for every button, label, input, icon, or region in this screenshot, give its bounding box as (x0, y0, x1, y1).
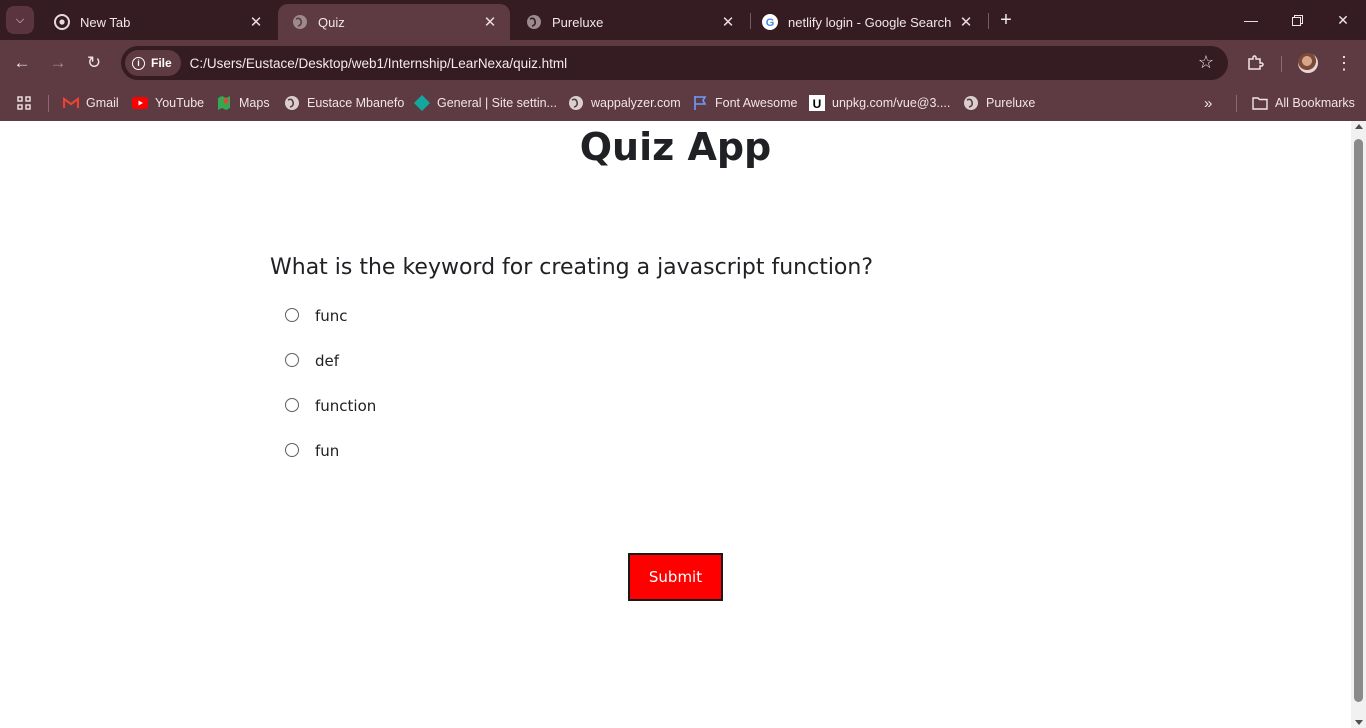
svg-text:U: U (813, 97, 822, 111)
bookmark-gmail[interactable]: Gmail (63, 92, 119, 114)
option-label: func (315, 307, 348, 325)
tab-strip: ⌵ New Tab ✕ Quiz ✕ Pureluxe ✕ G netlify … (0, 0, 1366, 40)
all-bookmarks-label: All Bookmarks (1275, 96, 1355, 110)
vertical-scrollbar[interactable] (1351, 121, 1366, 728)
scroll-up-arrow-icon[interactable] (1355, 124, 1363, 129)
folder-icon (1252, 95, 1268, 111)
scrollbar-thumb[interactable] (1354, 139, 1363, 702)
answer-option-func[interactable]: func (285, 305, 348, 327)
svg-text:G: G (766, 17, 775, 29)
extensions-puzzle-icon[interactable] (1242, 50, 1268, 76)
netlify-icon (414, 95, 430, 111)
radio-button[interactable] (285, 353, 299, 367)
more-bookmarks-chevron-icon[interactable]: » (1204, 92, 1212, 114)
radio-button[interactable] (285, 398, 299, 412)
page-title: Quiz App (579, 125, 772, 169)
chip-label: File (151, 56, 172, 70)
avatar-image (1298, 53, 1318, 73)
close-tab-icon[interactable]: ✕ (246, 12, 266, 32)
tab-title: Pureluxe (552, 14, 604, 30)
bookmark-label: Font Awesome (715, 96, 798, 110)
bookmarks-separator (1236, 95, 1237, 112)
bookmark-eustace-mbanefo[interactable]: Eustace Mbanefo (284, 92, 404, 114)
bookmark-label: wappalyzer.com (591, 96, 681, 110)
bookmark-pureluxe[interactable]: Pureluxe (963, 92, 1035, 114)
youtube-icon (132, 95, 148, 111)
restore-icon[interactable] (1274, 4, 1320, 36)
option-label: function (315, 397, 377, 415)
forward-arrow-icon[interactable]: → (44, 49, 72, 77)
tab-title: Quiz (318, 14, 345, 30)
bookmark-wappalyzer[interactable]: wappalyzer.com (568, 92, 681, 114)
all-bookmarks-button[interactable]: All Bookmarks (1252, 92, 1355, 114)
bookmarks-separator (48, 95, 49, 112)
window-close-icon[interactable]: ✕ (1320, 4, 1366, 36)
globe-icon (526, 14, 542, 30)
radio-button[interactable] (285, 443, 299, 457)
bookmark-font-awesome[interactable]: Font Awesome (692, 92, 797, 114)
tab-title: netlify login - Google Search (788, 14, 952, 30)
bookmark-label: Pureluxe (986, 96, 1036, 110)
bookmark-label: unpkg.com/vue@3.... (832, 96, 951, 110)
minimize-icon[interactable]: — (1228, 4, 1274, 36)
toolbar-divider (1281, 56, 1282, 72)
menu-kebab-icon[interactable]: ⋮ (1331, 50, 1357, 76)
close-tab-icon[interactable]: ✕ (956, 12, 976, 32)
bookmark-label: Maps (239, 96, 270, 110)
close-tab-icon[interactable]: ✕ (718, 12, 738, 32)
answer-option-fun[interactable]: fun (285, 440, 339, 462)
tab-search-button[interactable]: ⌵ (6, 6, 34, 34)
bookmarks-bar: Gmail YouTube Maps Eustace Mbanefo Gener… (0, 86, 1366, 121)
option-label: def (315, 352, 340, 370)
bookmark-star-icon[interactable]: ☆ (1198, 52, 1214, 73)
globe-icon (568, 95, 584, 111)
bookmark-youtube[interactable]: YouTube (132, 92, 204, 114)
radio-button[interactable] (285, 308, 299, 322)
answer-option-function[interactable]: function (285, 395, 376, 417)
bookmark-label: YouTube (155, 96, 205, 110)
quiz-page: Quiz App What is the keyword for creatin… (0, 121, 1351, 728)
tab-google-search[interactable]: G netlify login - Google Search ✕ (748, 4, 986, 40)
option-label: fun (315, 442, 340, 460)
reload-icon[interactable]: ↻ (80, 49, 108, 77)
bookmark-label: Eustace Mbanefo (307, 96, 405, 110)
url-text[interactable]: C:/Users/Eustace/Desktop/web1/Internship… (190, 56, 567, 71)
info-icon: i (132, 56, 145, 70)
submit-button[interactable]: Submit (628, 553, 723, 601)
gmail-icon (63, 95, 79, 111)
globe-icon (292, 14, 308, 30)
bookmark-general-site-settings[interactable]: General | Site settin... (414, 92, 557, 114)
question-text: What is the keyword for creating a javas… (270, 255, 874, 280)
close-tab-icon[interactable]: ✕ (480, 12, 500, 32)
tab-new-tab[interactable]: New Tab ✕ (40, 4, 276, 40)
tab-title: New Tab (80, 14, 131, 30)
answer-option-def[interactable]: def (285, 350, 339, 372)
globe-icon (284, 95, 300, 111)
browser-toolbar: ← → ↻ i File C:/Users/Eustace/Desktop/we… (0, 40, 1366, 86)
site-info-chip[interactable]: i File (125, 50, 181, 76)
bookmark-unpkg-vue[interactable]: U unpkg.com/vue@3.... (809, 92, 950, 114)
tab-separator (988, 13, 989, 29)
bookmark-maps[interactable]: Maps (216, 92, 270, 114)
maps-icon (216, 95, 232, 111)
tab-pureluxe[interactable]: Pureluxe ✕ (512, 4, 748, 40)
new-tab-plus-icon[interactable]: + (994, 8, 1018, 32)
unpkg-icon: U (809, 95, 825, 111)
back-arrow-icon[interactable]: ← (8, 49, 36, 77)
google-icon: G (762, 14, 778, 30)
tab-quiz[interactable]: Quiz ✕ (278, 4, 510, 40)
chrome-icon (54, 14, 70, 30)
profile-avatar[interactable] (1295, 50, 1321, 76)
globe-icon (963, 95, 979, 111)
chevron-down-icon: ⌵ (15, 13, 25, 26)
bookmark-label: Gmail (86, 96, 119, 110)
scroll-down-arrow-icon[interactable] (1355, 720, 1363, 725)
flag-icon (692, 95, 708, 111)
address-bar[interactable]: i File C:/Users/Eustace/Desktop/web1/Int… (121, 46, 1228, 80)
bookmark-label: General | Site settin... (437, 96, 557, 110)
apps-grid-icon[interactable] (16, 92, 32, 114)
